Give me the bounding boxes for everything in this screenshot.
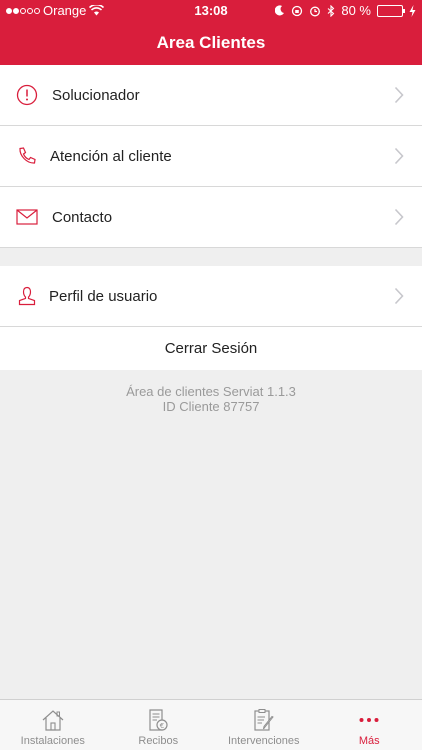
- rotation-lock-icon: [292, 5, 303, 16]
- tab-bar: Instalaciones € Recibos Intervenciones M…: [0, 699, 422, 750]
- tab-label: Recibos: [138, 735, 179, 747]
- app-header: Orange 13:08 80 % Area Clientes: [0, 0, 422, 65]
- menu-item-contacto[interactable]: Contacto: [0, 187, 422, 248]
- moon-icon: [275, 5, 285, 16]
- tab-label: Intervenciones: [227, 735, 300, 747]
- chevron-right-icon: [394, 86, 404, 104]
- phone-icon: [16, 145, 38, 167]
- menu-item-label: Contacto: [52, 208, 113, 226]
- tab-recibos[interactable]: € Recibos: [106, 700, 212, 750]
- alert-circle-icon: [16, 84, 38, 106]
- chevron-right-icon: [394, 287, 404, 305]
- clipboard-edit-icon: [252, 707, 276, 733]
- mail-icon: [16, 206, 38, 228]
- tab-instalaciones[interactable]: Instalaciones: [0, 700, 106, 750]
- menu-item-label: Solucionador: [52, 86, 140, 104]
- bluetooth-icon: [327, 4, 335, 17]
- tab-intervenciones[interactable]: Intervenciones: [211, 700, 317, 750]
- status-right: 80 %: [275, 3, 416, 18]
- tab-label: Más: [358, 735, 380, 747]
- account-list: Perfil de usuario Cerrar Sesión: [0, 266, 422, 370]
- battery-percent: 80 %: [341, 3, 371, 18]
- tab-mas[interactable]: Más: [317, 700, 422, 750]
- tab-label: Instalaciones: [20, 735, 85, 747]
- svg-text:€: €: [160, 722, 164, 730]
- client-id: ID Cliente 87757: [162, 399, 260, 414]
- menu-item-label: Perfil de usuario: [49, 287, 158, 305]
- battery-icon: [377, 4, 405, 17]
- status-bar: Orange 13:08 80 %: [0, 0, 422, 22]
- menu-item-perfil-usuario[interactable]: Perfil de usuario: [0, 266, 422, 327]
- page-title: Area Clientes: [156, 33, 266, 52]
- app-version: Área de clientes Serviat 1.1.3: [126, 384, 296, 399]
- charging-icon: [409, 4, 416, 17]
- chevron-right-icon: [394, 147, 404, 165]
- alarm-icon: [310, 6, 321, 16]
- house-icon: [41, 707, 65, 733]
- menu-item-solucionador[interactable]: Solucionador: [0, 65, 422, 126]
- more-dots-icon: [357, 707, 381, 733]
- receipt-euro-icon: €: [146, 707, 170, 733]
- user-icon: [16, 285, 38, 307]
- chevron-right-icon: [394, 208, 404, 226]
- app-info: Área de clientes Serviat 1.1.3 ID Client…: [0, 384, 422, 414]
- main-menu-list: Solucionador Atención al cliente Contact…: [0, 65, 422, 248]
- menu-item-label: Atención al cliente: [50, 147, 172, 165]
- menu-item-atencion-cliente[interactable]: Atención al cliente: [0, 126, 422, 187]
- logout-button[interactable]: Cerrar Sesión: [0, 327, 422, 370]
